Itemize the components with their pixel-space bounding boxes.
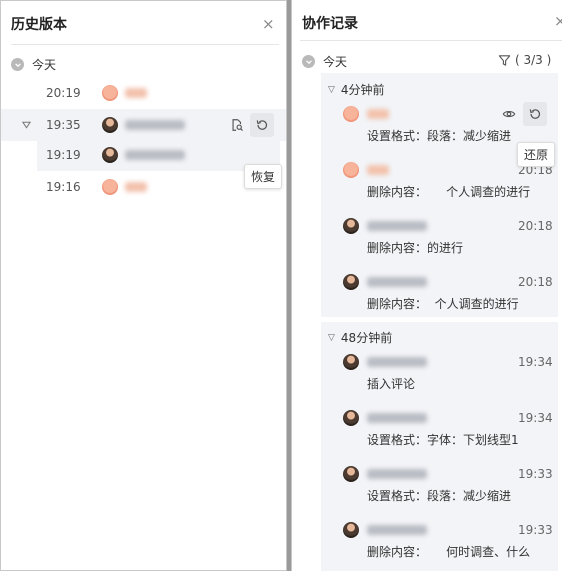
user-name-blurred bbox=[125, 182, 147, 192]
restore-tooltip: 还原 bbox=[517, 142, 556, 167]
avatar bbox=[102, 117, 118, 133]
restore-version-button[interactable] bbox=[250, 113, 274, 137]
record-time: 19:34 bbox=[518, 411, 553, 425]
undo-icon bbox=[529, 109, 541, 119]
filter-button[interactable]: ( 3/3 ) bbox=[498, 53, 551, 67]
avatar bbox=[102, 147, 118, 163]
record-description: 删除内容： 个人调查的进行 bbox=[367, 185, 531, 199]
version-row[interactable]: 20:19 bbox=[1, 77, 286, 109]
record-description: 设置格式：段落：减少缩进 bbox=[367, 489, 512, 503]
triangle-down-icon: ▽ bbox=[328, 84, 335, 95]
avatar bbox=[343, 354, 359, 370]
record-description: 删除内容： 个人调查的进行 bbox=[367, 297, 519, 311]
chevron-down-icon bbox=[302, 55, 315, 68]
avatar bbox=[343, 106, 359, 122]
user-name-blurred bbox=[367, 165, 389, 175]
version-row-expanded[interactable]: 19:35 bbox=[1, 109, 286, 141]
record-time: 19:33 bbox=[518, 467, 553, 481]
group-header[interactable]: ▽ 48分钟前 bbox=[328, 329, 392, 346]
record-time: 19:34 bbox=[518, 355, 553, 369]
user-name-blurred bbox=[367, 109, 389, 119]
version-time: 19:19 bbox=[46, 148, 81, 162]
day-group-today[interactable]: 今天 bbox=[302, 53, 347, 70]
user-name-blurred bbox=[367, 413, 427, 423]
close-icon[interactable]: × bbox=[554, 14, 562, 29]
version-row[interactable]: 19:16 bbox=[1, 171, 241, 203]
history-panel: 历史版本 × 今天 20:19 19:35 19:19 恢复 19:16 bbox=[0, 0, 287, 571]
user-name-blurred bbox=[367, 221, 427, 231]
version-time: 19:35 bbox=[46, 118, 81, 132]
filter-icon bbox=[498, 54, 511, 66]
avatar bbox=[343, 410, 359, 426]
user-name-blurred bbox=[125, 88, 147, 98]
record-description: 设置格式：字体：下划线型1 bbox=[367, 433, 519, 447]
record-time: 19:33 bbox=[518, 523, 553, 537]
user-name-blurred bbox=[367, 525, 427, 535]
preview-version-button[interactable] bbox=[225, 113, 249, 137]
restore-tooltip: 恢复 bbox=[244, 164, 283, 189]
header-divider bbox=[11, 44, 279, 45]
record-description: 删除内容：的进行 bbox=[367, 241, 464, 255]
user-name-blurred bbox=[367, 357, 427, 367]
group-header[interactable]: ▽ 4分钟前 bbox=[328, 81, 385, 98]
version-time: 19:16 bbox=[46, 180, 81, 194]
record-description: 删除内容： 何时调查、什么 bbox=[367, 545, 531, 559]
undo-icon bbox=[256, 120, 268, 130]
triangle-down-icon[interactable] bbox=[22, 121, 31, 129]
filter-count: ( 3/3 ) bbox=[515, 53, 552, 67]
triangle-down-icon: ▽ bbox=[328, 332, 335, 343]
group-label: 48分钟前 bbox=[340, 331, 393, 345]
chevron-down-icon bbox=[11, 58, 24, 71]
preview-record-button[interactable] bbox=[497, 102, 521, 126]
record-description: 设置格式：段落：减少缩进 bbox=[367, 129, 512, 143]
user-name-blurred bbox=[367, 277, 427, 287]
avatar bbox=[343, 466, 359, 482]
file-search-icon bbox=[232, 119, 243, 131]
day-label: 今天 bbox=[323, 55, 348, 69]
avatar bbox=[343, 162, 359, 178]
day-label: 今天 bbox=[32, 58, 57, 72]
avatar bbox=[102, 179, 118, 195]
user-name-blurred bbox=[125, 150, 185, 160]
header-divider bbox=[300, 40, 562, 41]
user-name-blurred bbox=[125, 120, 185, 130]
restore-record-button[interactable] bbox=[523, 102, 547, 126]
avatar bbox=[343, 522, 359, 538]
collab-panel-title: 协作记录 bbox=[302, 16, 358, 32]
eye-icon bbox=[502, 110, 516, 118]
close-icon[interactable]: × bbox=[262, 17, 275, 32]
record-description: 插入评论 bbox=[367, 377, 416, 391]
avatar bbox=[102, 85, 118, 101]
record-time: 20:18 bbox=[518, 275, 553, 289]
history-panel-title: 历史版本 bbox=[11, 17, 67, 33]
version-time: 20:19 bbox=[46, 86, 81, 100]
record-time: 20:18 bbox=[518, 219, 553, 233]
day-group-today[interactable]: 今天 bbox=[11, 56, 56, 73]
group-label: 4分钟前 bbox=[340, 83, 385, 97]
avatar bbox=[343, 274, 359, 290]
user-name-blurred bbox=[367, 469, 427, 479]
avatar bbox=[343, 218, 359, 234]
